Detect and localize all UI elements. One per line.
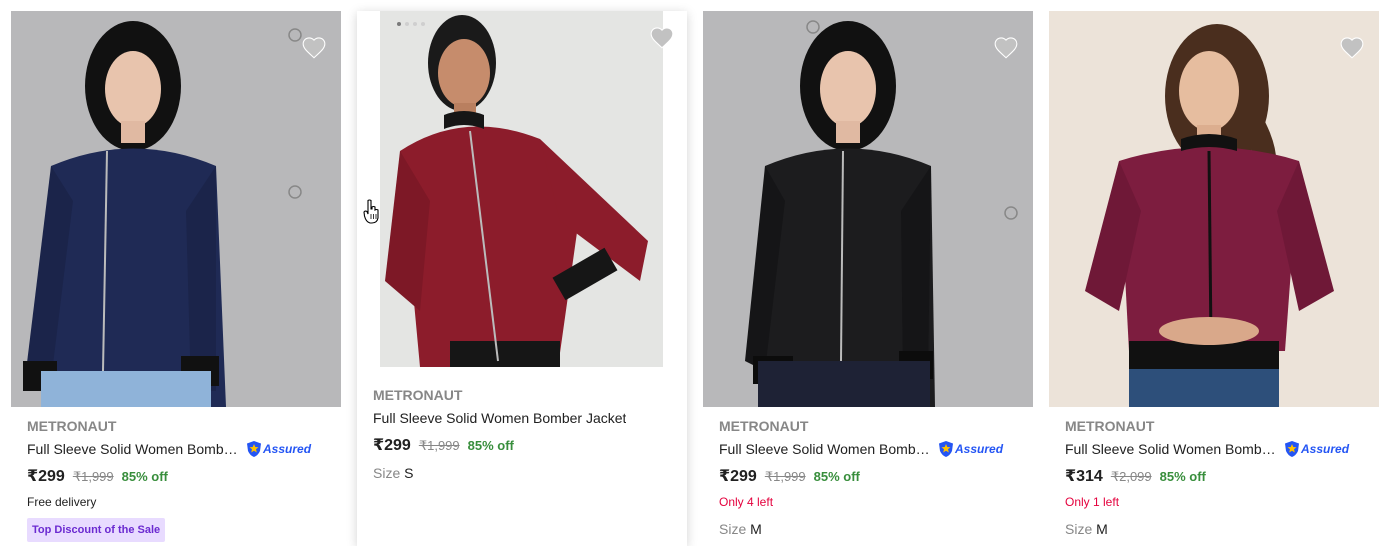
- carousel-dot[interactable]: [421, 22, 425, 26]
- price-row: ₹299 ₹1,999 85% off: [719, 466, 1023, 486]
- assured-shield-icon: [1285, 441, 1299, 457]
- product-title[interactable]: Full Sleeve Solid Women Bombe... Assured: [1065, 439, 1369, 459]
- size-label: Size: [719, 521, 747, 537]
- discount-percent: 85% off: [467, 438, 514, 453]
- assured-label: Assured: [955, 442, 1004, 456]
- offer-badge: Top Discount of the Sale: [27, 518, 166, 542]
- product-title-text[interactable]: Full Sleeve Solid Women Bombe...: [719, 439, 933, 459]
- assured-label: Assured: [1301, 442, 1350, 456]
- heart-icon[interactable]: [993, 35, 1019, 61]
- assured-label: Assured: [263, 442, 312, 456]
- size-info: Size M: [1065, 521, 1369, 537]
- price: ₹314: [1065, 468, 1103, 485]
- product-card[interactable]: METRONAUT Full Sleeve Solid Women Bomber…: [357, 11, 687, 546]
- product-card[interactable]: METRONAUT Full Sleeve Solid Women Bombe.…: [1049, 0, 1379, 546]
- product-card[interactable]: METRONAUT Full Sleeve Solid Women Bombe.…: [11, 0, 341, 546]
- price-row: ₹299 ₹1,999 85% off: [27, 466, 331, 486]
- price: ₹299: [373, 437, 411, 454]
- product-info: METRONAUT Full Sleeve Solid Women Bomber…: [373, 387, 677, 481]
- original-price: ₹1,999: [764, 469, 806, 484]
- size-value: M: [1096, 521, 1108, 537]
- size-info: Size S: [373, 465, 677, 481]
- carousel-dot[interactable]: [405, 22, 409, 26]
- price-row: ₹299 ₹1,999 85% off: [373, 435, 677, 455]
- price-row: ₹314 ₹2,099 85% off: [1065, 466, 1369, 486]
- product-title[interactable]: Full Sleeve Solid Women Bombe... Assured: [27, 439, 331, 459]
- model-jacket-illustration: [703, 11, 1033, 407]
- product-image[interactable]: [380, 11, 663, 367]
- product-title[interactable]: Full Sleeve Solid Women Bomber Jacket: [373, 408, 677, 428]
- assured-badge: Assured: [1284, 439, 1349, 459]
- assured-shield-icon: [939, 441, 953, 457]
- product-info: METRONAUT Full Sleeve Solid Women Bombe.…: [719, 418, 1023, 537]
- size-value: M: [750, 521, 762, 537]
- product-info: METRONAUT Full Sleeve Solid Women Bombe.…: [27, 418, 331, 542]
- brand-name: METRONAUT: [373, 387, 463, 403]
- product-title-text[interactable]: Full Sleeve Solid Women Bomber Jacket: [373, 408, 626, 428]
- discount-percent: 85% off: [1159, 469, 1206, 484]
- product-card[interactable]: METRONAUT Full Sleeve Solid Women Bombe.…: [703, 0, 1033, 546]
- hand-pointer-icon: [363, 199, 379, 224]
- carousel-dot[interactable]: [397, 22, 401, 26]
- model-jacket-illustration: [11, 11, 341, 407]
- size-info: Size M: [719, 521, 1023, 537]
- product-image[interactable]: [1049, 11, 1379, 407]
- price: ₹299: [719, 468, 757, 485]
- heart-icon[interactable]: [649, 25, 675, 51]
- size-label: Size: [1065, 521, 1093, 537]
- product-image[interactable]: [11, 11, 341, 407]
- brand-name: METRONAUT: [719, 418, 809, 434]
- heart-icon[interactable]: [301, 35, 327, 61]
- product-image[interactable]: [703, 11, 1033, 407]
- size-value: S: [404, 465, 414, 481]
- discount-percent: 85% off: [121, 469, 168, 484]
- size-label: Size: [373, 465, 401, 481]
- discount-percent: 85% off: [813, 469, 860, 484]
- stock-warning: Only 1 left: [1065, 495, 1120, 509]
- model-jacket-illustration: [380, 11, 663, 367]
- product-title-text[interactable]: Full Sleeve Solid Women Bombe...: [1065, 439, 1279, 459]
- assured-shield-icon: [247, 441, 261, 457]
- product-title[interactable]: Full Sleeve Solid Women Bombe... Assured: [719, 439, 1023, 459]
- model-jacket-illustration: [1049, 11, 1379, 407]
- original-price: ₹1,999: [72, 469, 114, 484]
- brand-name: METRONAUT: [1065, 418, 1155, 434]
- product-info: METRONAUT Full Sleeve Solid Women Bombe.…: [1065, 418, 1369, 537]
- original-price: ₹1,999: [418, 438, 460, 453]
- original-price: ₹2,099: [1110, 469, 1152, 484]
- assured-badge: Assured: [938, 439, 1003, 459]
- heart-icon[interactable]: [1339, 35, 1365, 61]
- brand-name: METRONAUT: [27, 418, 117, 434]
- carousel-dot[interactable]: [413, 22, 417, 26]
- stock-warning: Only 4 left: [719, 495, 774, 509]
- image-carousel-dots[interactable]: [397, 22, 425, 26]
- delivery-info: Free delivery: [27, 495, 97, 509]
- price: ₹299: [27, 468, 65, 485]
- assured-badge: Assured: [246, 439, 311, 459]
- product-title-text[interactable]: Full Sleeve Solid Women Bombe...: [27, 439, 241, 459]
